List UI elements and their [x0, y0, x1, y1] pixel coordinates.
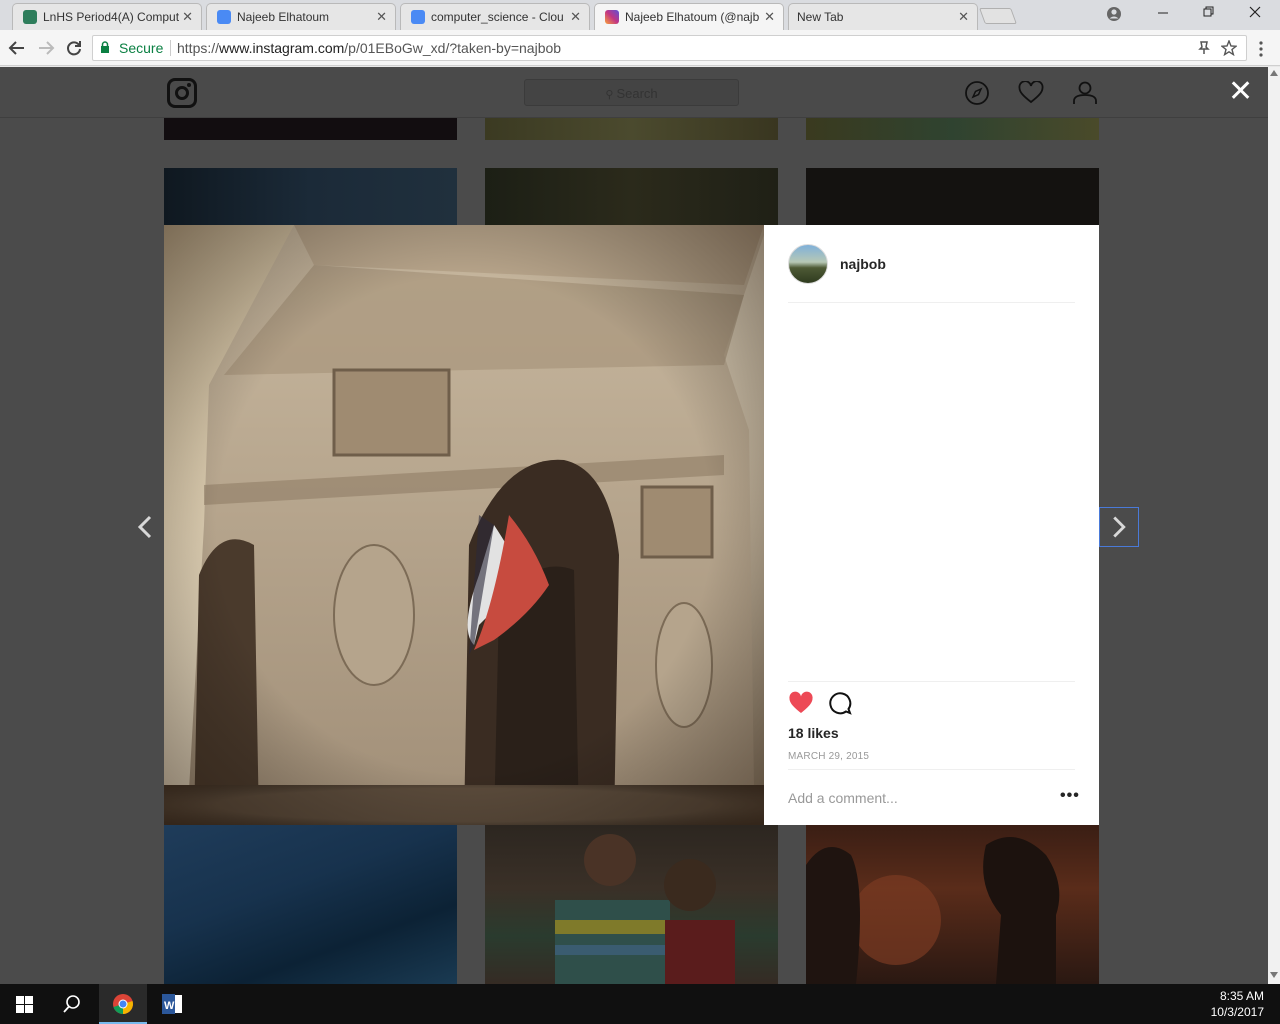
search-button[interactable]	[48, 984, 96, 1024]
chrome-taskbar-button[interactable]	[99, 984, 147, 1024]
url-text: https://www.instagram.com/p/01EBoGw_xd/?…	[177, 40, 561, 56]
next-post-arrow-icon[interactable]	[1099, 507, 1139, 547]
divider	[788, 769, 1075, 770]
clock-time: 8:35 AM	[1219, 989, 1264, 1003]
post-date: MARCH 29, 2015	[788, 751, 870, 762]
tab-title: LnHS Period4(A) Comput	[43, 10, 180, 24]
minimize-icon[interactable]	[1157, 7, 1169, 19]
explore-compass-icon[interactable]	[964, 80, 990, 106]
browser-menu-icon[interactable]	[1258, 40, 1264, 58]
activity-heart-icon[interactable]	[1018, 81, 1044, 105]
pin-icon[interactable]	[1198, 41, 1210, 55]
grid-photo-ocean[interactable]	[164, 825, 457, 984]
tab-title: New Tab	[797, 10, 844, 24]
more-options-icon[interactable]: •••	[1060, 787, 1080, 805]
divider	[788, 681, 1075, 682]
word-icon: W	[162, 994, 182, 1014]
add-comment-input[interactable]: Add a comment...	[788, 790, 898, 806]
close-window-icon[interactable]	[1249, 6, 1261, 18]
restore-icon[interactable]	[1203, 6, 1215, 18]
search-icon: ⚲	[605, 89, 617, 101]
new-tab-button[interactable]	[979, 8, 1017, 24]
post-details-panel: najbob 18 likes MARCH 29, 2015 Add a com…	[764, 225, 1099, 825]
browser-toolbar: Secure https://www.instagram.com/p/01EBo…	[0, 30, 1280, 66]
windows-taskbar: W 8:35 AM 10/3/2017	[0, 984, 1280, 1024]
url-scheme: https://	[177, 40, 220, 56]
word-taskbar-button[interactable]: W	[148, 984, 196, 1024]
browser-tab[interactable]: computer_science - Clou ✕	[400, 3, 590, 30]
kids-photo-art	[555, 834, 735, 984]
grid-photo[interactable]	[164, 118, 457, 140]
bookmark-star-icon[interactable]	[1221, 40, 1237, 56]
sunset-photo-art	[806, 837, 1060, 984]
instagram-logo-icon[interactable]	[167, 78, 197, 108]
browser-tab[interactable]: LnHS Period4(A) Comput ✕	[12, 3, 202, 30]
system-clock[interactable]: 8:35 AM 10/3/2017	[1211, 988, 1264, 1020]
scroll-down-arrow-icon[interactable]	[1270, 972, 1278, 978]
url-host: www.instagram.com	[219, 40, 345, 56]
omnibox-separator	[170, 40, 171, 56]
profile-icon[interactable]	[1106, 6, 1122, 22]
browser-tab[interactable]: Najeeb Elhatoum ✕	[206, 3, 396, 30]
svg-text:W: W	[164, 1000, 175, 1012]
grid-photo-sunset[interactable]	[806, 825, 1099, 984]
grid-photo[interactable]	[485, 118, 778, 140]
tab-title: Najeeb Elhatoum	[237, 10, 330, 24]
windows-logo-icon	[16, 996, 33, 1013]
close-tab-icon[interactable]: ✕	[570, 9, 581, 25]
post-photo[interactable]	[164, 225, 764, 825]
grid-photo-kids[interactable]	[485, 825, 778, 984]
instagram-favicon-icon	[605, 10, 619, 24]
site-favicon-icon	[217, 10, 231, 24]
divider	[788, 302, 1075, 303]
close-modal-icon[interactable]: ✕	[1228, 77, 1253, 107]
likes-count[interactable]: 18 likes	[788, 725, 839, 741]
clock-date: 10/3/2017	[1210, 1005, 1264, 1019]
forward-arrow-icon[interactable]	[37, 39, 55, 57]
previous-post-arrow-icon[interactable]	[125, 507, 165, 547]
url-path: /p/01EBoGw_xd/?taken-by=najbob	[344, 40, 562, 56]
grid-photo[interactable]	[806, 168, 1099, 228]
secure-label: Secure	[119, 40, 164, 56]
comment-bubble-icon[interactable]	[828, 691, 852, 715]
grid-photo[interactable]	[485, 168, 778, 228]
lock-icon	[101, 41, 109, 53]
search-input[interactable]: ⚲ Search	[524, 79, 739, 106]
tab-title: Najeeb Elhatoum (@najb	[625, 10, 760, 24]
search-placeholder: Search	[616, 86, 658, 101]
start-button[interactable]	[0, 984, 48, 1024]
grid-photo[interactable]	[164, 168, 457, 228]
profile-user-icon[interactable]	[1072, 80, 1098, 106]
address-bar[interactable]: Secure https://www.instagram.com/p/01EBo…	[92, 35, 1247, 61]
reload-icon[interactable]	[65, 39, 83, 57]
scroll-up-arrow-icon[interactable]	[1270, 70, 1278, 76]
post-modal: najbob 18 likes MARCH 29, 2015 Add a com…	[164, 225, 1099, 825]
close-tab-icon[interactable]: ✕	[376, 9, 387, 25]
instagram-header: ⚲ Search	[0, 67, 1268, 118]
like-heart-icon[interactable]	[788, 691, 814, 715]
classroom-favicon-icon	[23, 10, 37, 24]
browser-tab[interactable]: New Tab ✕	[788, 3, 978, 30]
cloud9-favicon-icon	[411, 10, 425, 24]
tab-strip: LnHS Period4(A) Comput ✕ Najeeb Elhatoum…	[0, 0, 1280, 31]
browser-tab-active[interactable]: Najeeb Elhatoum (@najb ✕	[594, 3, 784, 31]
close-tab-icon[interactable]: ✕	[958, 9, 969, 25]
back-arrow-icon[interactable]	[8, 39, 26, 57]
grid-photo[interactable]	[806, 118, 1099, 140]
close-tab-icon[interactable]: ✕	[764, 9, 775, 25]
tab-title: computer_science - Clou	[431, 10, 564, 24]
arc-de-triomphe-photo	[164, 225, 764, 825]
chrome-icon	[113, 994, 133, 1014]
avatar[interactable]	[788, 244, 828, 284]
instagram-page: ⚲ Search ✕ najbob 18 likes MARCH 29, 201…	[0, 67, 1268, 984]
close-tab-icon[interactable]: ✕	[182, 9, 193, 25]
search-icon	[63, 995, 80, 1013]
page-scrollbar[interactable]	[1268, 67, 1280, 984]
post-username[interactable]: najbob	[840, 256, 886, 272]
